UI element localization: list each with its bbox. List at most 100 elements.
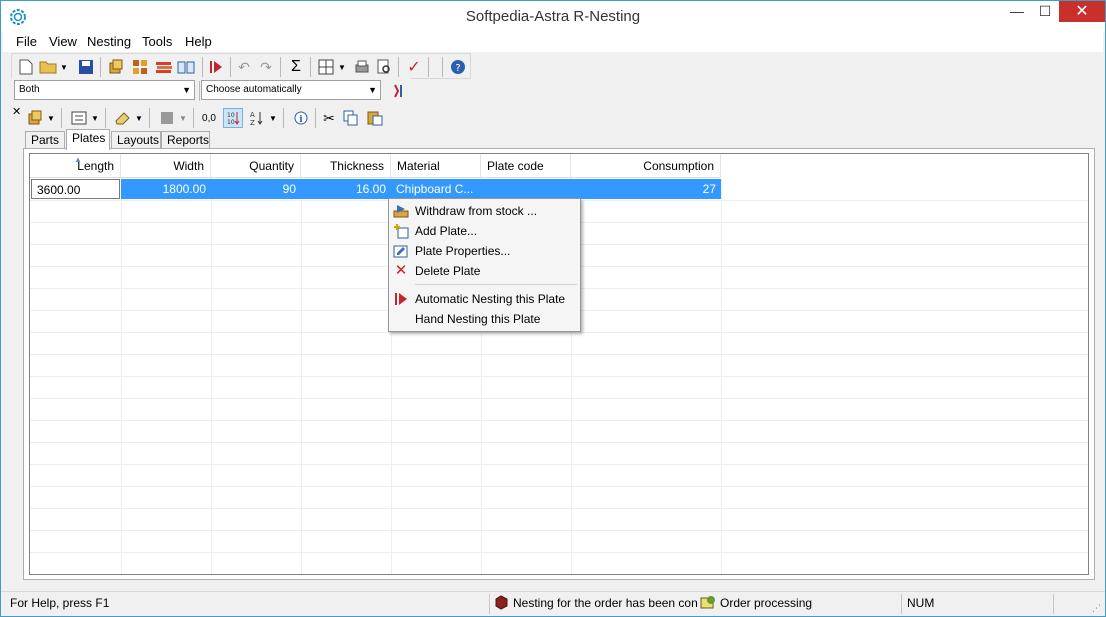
redo-icon[interactable]: ↷ <box>256 57 276 77</box>
cell-plate-code[interactable] <box>481 179 571 199</box>
parts-icon[interactable] <box>106 57 126 77</box>
new-file-icon[interactable] <box>16 57 36 77</box>
column-header-plate-code[interactable]: Plate code <box>481 154 571 178</box>
grid-row-line <box>30 486 1088 487</box>
decimal-format-button[interactable]: 0,0 <box>197 108 221 128</box>
color-dropdown-icon[interactable]: ▼ <box>177 108 189 128</box>
color-fill-icon[interactable] <box>157 108 177 128</box>
context-menu: Withdraw from stock ... Add Plate... Pla… <box>388 198 581 332</box>
grid-column-line <box>121 178 122 574</box>
save-icon[interactable] <box>76 57 96 77</box>
layout-grid-icon[interactable] <box>130 57 150 77</box>
menu-tools[interactable]: Tools <box>142 34 172 49</box>
svg-text:?: ? <box>455 63 460 74</box>
eraser-icon[interactable] <box>113 108 133 128</box>
maximize-button[interactable]: ☐ <box>1031 1 1059 22</box>
help-icon[interactable]: ? <box>448 57 468 77</box>
menu-item-withdraw-from-stock[interactable]: Withdraw from stock ... <box>391 201 578 221</box>
tab-plates[interactable]: Plates <box>66 129 110 150</box>
column-header-material[interactable]: Material <box>391 154 481 178</box>
menu-item-plate-properties[interactable]: Plate Properties... <box>391 241 578 261</box>
sort-dropdown-icon[interactable]: ▼ <box>267 108 279 128</box>
menu-view[interactable]: View <box>49 34 77 49</box>
mode-combo-value: Choose automatically <box>206 84 302 95</box>
open-folder-icon[interactable] <box>38 57 58 77</box>
check-icon[interactable]: ✓ <box>404 57 424 77</box>
grid-row-line <box>30 442 1088 443</box>
status-help-text: For Help, press F1 <box>10 596 110 610</box>
status-bar: For Help, press F1 Nesting for the order… <box>1 591 1105 616</box>
cell-consumption[interactable]: 27 <box>571 179 721 199</box>
menu-nesting[interactable]: Nesting <box>87 34 131 49</box>
svg-text:10: 10 <box>227 119 235 126</box>
main-toolbar: ▼ ↶ ↷ Σ ▼ ✓ ? <box>11 53 471 79</box>
grid-row-line <box>30 574 1089 575</box>
cell-width[interactable]: 1800.00 <box>121 179 211 199</box>
title-bar[interactable]: Softpedia-Astra R-Nesting — ☐ ✕ <box>1 1 1105 32</box>
column-header-consumption[interactable]: Consumption <box>571 154 721 178</box>
withdraw-stock-icon <box>393 203 409 219</box>
undo-icon[interactable]: ↶ <box>234 57 254 77</box>
minimize-button[interactable]: — <box>1003 1 1031 22</box>
cell-material[interactable]: Chipboard C... <box>391 179 481 199</box>
sort-numeric-icon[interactable]: 10 10 <box>223 108 243 128</box>
table-row[interactable]: 3600.00 1800.00 90 16.00 Chipboard C... … <box>30 178 1088 200</box>
chevron-down-icon: ▼ <box>368 85 377 95</box>
cell-thickness[interactable]: 16.00 <box>301 179 391 199</box>
status-nesting-text: Nesting for the order has been con <box>513 596 698 610</box>
column-header-quantity[interactable]: Quantity <box>211 154 301 178</box>
window-title: Softpedia-Astra R-Nesting <box>465 8 641 25</box>
menu-item-delete-plate[interactable]: ✕ Delete Plate <box>391 261 578 281</box>
menu-item-hand-nesting[interactable]: Hand Nesting this Plate <box>391 309 578 329</box>
resize-grip-icon[interactable]: ⋰ <box>1092 603 1101 614</box>
status-num-indicator: NUM <box>907 596 935 610</box>
menu-item-add-plate[interactable]: Add Plate... <box>391 221 578 241</box>
list-dropdown-icon[interactable]: ▼ <box>89 108 101 128</box>
menu-file[interactable]: File <box>16 34 37 49</box>
grid-row-line <box>30 376 1088 377</box>
sort-alpha-icon[interactable]: AZ <box>247 108 267 128</box>
menu-help[interactable]: Help <box>185 34 212 49</box>
filter-combo[interactable]: Both ▼ <box>14 80 195 100</box>
grid-header: ▲ Length Width Quantity Thickness Materi… <box>30 154 1088 178</box>
sum-icon[interactable]: Σ <box>286 57 306 77</box>
info-icon[interactable]: i <box>291 108 311 128</box>
grid-row-line <box>30 398 1088 399</box>
grid-column-line <box>211 178 212 574</box>
menu-item-automatic-nesting[interactable]: Automatic Nesting this Plate <box>391 289 578 309</box>
view-dropdown-icon[interactable]: ▼ <box>336 57 348 77</box>
catalog-book-icon[interactable] <box>176 57 196 77</box>
plates-stack-icon[interactable] <box>154 57 174 77</box>
column-header-width[interactable]: Width <box>121 154 211 178</box>
app-window: Softpedia-Astra R-Nesting — ☐ ✕ File Vie… <box>0 0 1106 617</box>
settings-tools-icon[interactable] <box>389 81 409 101</box>
auto-nesting-icon <box>393 291 409 307</box>
eraser-dropdown-icon[interactable]: ▼ <box>133 108 145 128</box>
copy-icon[interactable] <box>341 108 361 128</box>
mode-combo[interactable]: Choose automatically ▼ <box>201 80 381 100</box>
print-icon[interactable] <box>352 57 372 77</box>
cut-icon[interactable]: ✂ <box>319 108 339 128</box>
column-header-thickness[interactable]: Thickness <box>301 154 391 178</box>
cell-length[interactable]: 3600.00 <box>31 179 120 199</box>
svg-text:Z: Z <box>250 119 255 126</box>
cell-quantity[interactable]: 90 <box>211 179 301 199</box>
column-header-length[interactable]: ▲ Length <box>30 154 121 178</box>
grid-row-line <box>30 354 1088 355</box>
print-preview-icon[interactable] <box>374 57 394 77</box>
list-view-icon[interactable] <box>69 108 89 128</box>
run-nesting-icon[interactable] <box>206 57 226 77</box>
panel-close-icon[interactable]: ✕ <box>12 105 21 118</box>
paste-icon[interactable] <box>365 108 385 128</box>
parts-dropdown-icon[interactable]: ▼ <box>45 108 57 128</box>
open-dropdown-icon[interactable]: ▼ <box>58 57 70 77</box>
tab-layouts[interactable]: Layouts <box>111 131 161 149</box>
close-button[interactable]: ✕ <box>1059 1 1105 22</box>
delete-icon: ✕ <box>394 262 408 279</box>
grid-row-line <box>30 332 1088 333</box>
tab-reports[interactable]: Reports <box>161 131 210 149</box>
parts-panel-icon[interactable] <box>25 108 45 128</box>
tab-parts[interactable]: Parts <box>25 131 65 149</box>
grid-row-line <box>30 464 1088 465</box>
view-grid-icon[interactable] <box>316 57 336 77</box>
